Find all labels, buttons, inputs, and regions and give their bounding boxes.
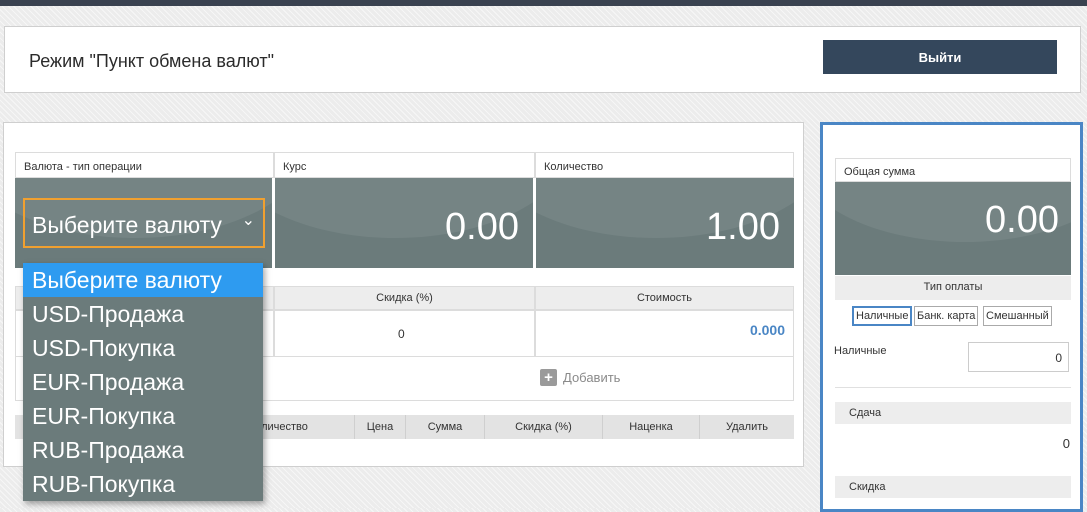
- quantity-value: 1.00: [706, 206, 780, 248]
- header-panel: Режим "Пункт обмена валют" Выйти: [4, 26, 1081, 93]
- dropdown-option[interactable]: Выберите валюту: [23, 263, 263, 297]
- rate-header: Курс: [274, 152, 535, 178]
- currency-select-value: Выберите валюту: [32, 212, 222, 238]
- dropdown-option[interactable]: USD-Продажа: [23, 297, 263, 331]
- column-discount: Скидка (%): [484, 415, 602, 439]
- rate-value: 0.00: [445, 206, 519, 248]
- payment-card-button[interactable]: Банк. карта: [914, 306, 979, 326]
- column-delete: Удалить: [699, 415, 794, 439]
- total-header: Общая сумма: [835, 158, 1071, 182]
- discount-cell[interactable]: 0: [274, 310, 535, 357]
- chevron-down-icon: ⌄: [241, 212, 255, 229]
- plus-icon: +: [540, 369, 557, 386]
- dropdown-option[interactable]: USD-Покупка: [23, 331, 263, 365]
- payment-mixed-button[interactable]: Смешанный: [983, 306, 1052, 326]
- quantity-header: Количество: [535, 152, 794, 178]
- mode-title: Режим "Пункт обмена валют": [29, 51, 274, 71]
- total-cell: 0.00: [835, 182, 1071, 275]
- dropdown-option[interactable]: RUB-Покупка: [23, 467, 263, 501]
- dropdown-option[interactable]: EUR-Покупка: [23, 399, 263, 433]
- add-button[interactable]: + Добавить: [540, 369, 620, 386]
- dropdown-option[interactable]: EUR-Продажа: [23, 365, 263, 399]
- discount-value: 0: [398, 327, 405, 341]
- payment-cash-button[interactable]: Наличные: [852, 306, 913, 326]
- discount-label: Скидка: [835, 476, 1071, 498]
- currency-dropdown: Выберите валюту USD-Продажа USD-Покупка …: [23, 263, 263, 501]
- add-label: Добавить: [563, 370, 621, 385]
- cost-value: 0.000: [749, 322, 785, 338]
- quantity-cell[interactable]: 1.00: [536, 178, 794, 268]
- currency-cell: Выберите валюту ⌄: [15, 178, 272, 268]
- discount-header: Скидка (%): [274, 286, 535, 310]
- summary-panel: Общая сумма 0.00 Тип оплаты Наличные Бан…: [820, 122, 1083, 512]
- dropdown-option[interactable]: RUB-Продажа: [23, 433, 263, 467]
- change-label: Сдача: [835, 402, 1071, 424]
- cash-label: Наличные: [834, 345, 887, 357]
- change-value: 0: [1062, 436, 1070, 451]
- top-bar: [0, 0, 1087, 6]
- column-sum: Сумма: [405, 415, 484, 439]
- logout-button[interactable]: Выйти: [823, 40, 1057, 74]
- total-value: 0.00: [985, 199, 1059, 241]
- cost-header: Стоимость: [535, 286, 794, 310]
- divider: [835, 387, 1071, 388]
- cost-cell: 0.000: [535, 310, 794, 357]
- column-markup: Наценка: [602, 415, 699, 439]
- payment-type-title: Тип оплаты: [835, 276, 1071, 300]
- currency-select[interactable]: Выберите валюту ⌄: [23, 198, 265, 248]
- currency-header: Валюта - тип операции: [15, 152, 274, 178]
- column-price: Цена: [354, 415, 405, 439]
- cash-input[interactable]: 0: [968, 342, 1069, 372]
- rate-cell: 0.00: [275, 178, 533, 268]
